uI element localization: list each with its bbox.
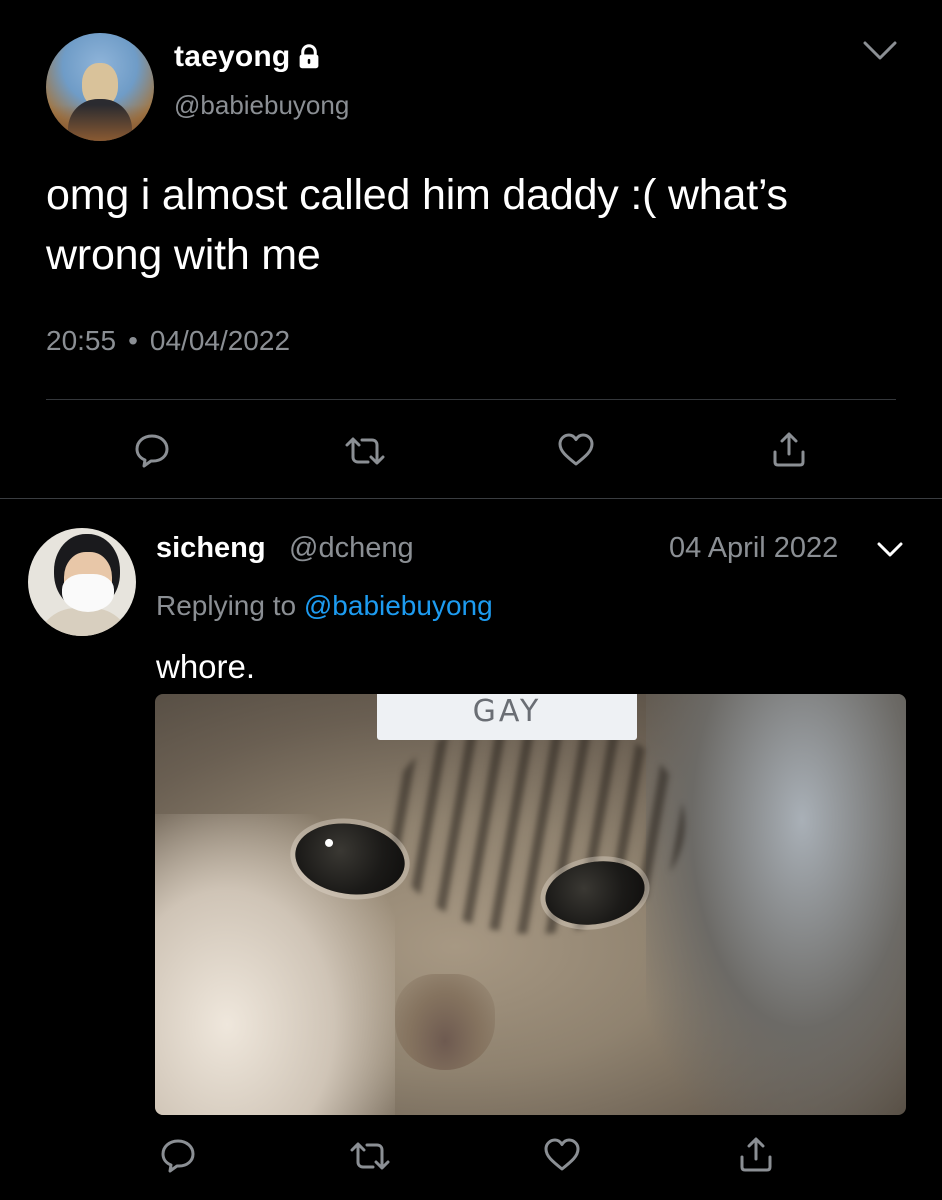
tweet-text: omg i almost called him daddy :( what’s … bbox=[46, 171, 788, 279]
like-icon[interactable] bbox=[556, 430, 596, 470]
cat-nose bbox=[395, 974, 495, 1070]
replying-prefix: Replying to bbox=[156, 590, 297, 621]
author-display-name[interactable]: taeyong bbox=[174, 40, 290, 74]
chevron-down-icon[interactable] bbox=[876, 540, 904, 560]
author-avatar[interactable] bbox=[46, 33, 154, 141]
share-icon[interactable] bbox=[769, 430, 809, 470]
reply-text: whore. bbox=[156, 648, 256, 685]
divider bbox=[46, 399, 896, 400]
tweet-timestamp[interactable]: 20:55 • 04/04/2022 bbox=[46, 325, 290, 357]
like-icon[interactable] bbox=[542, 1135, 582, 1175]
retweet-icon[interactable] bbox=[348, 1136, 392, 1176]
share-icon[interactable] bbox=[736, 1135, 776, 1175]
reply-author-handle[interactable]: @dcheng bbox=[289, 532, 414, 565]
reply-icon[interactable] bbox=[132, 430, 172, 470]
reply-author-avatar[interactable] bbox=[28, 528, 136, 636]
reply-date[interactable]: 04 April 2022 bbox=[669, 532, 838, 565]
reply-media-image[interactable]: GAY bbox=[155, 694, 906, 1115]
reply-icon[interactable] bbox=[158, 1135, 198, 1175]
replying-to: Replying to @babiebuyong bbox=[156, 590, 493, 622]
lock-icon bbox=[300, 44, 319, 69]
chevron-down-icon[interactable] bbox=[862, 38, 898, 64]
media-label-text: GAY bbox=[472, 694, 542, 729]
author-handle[interactable]: @babiebuyong bbox=[174, 90, 349, 121]
meta-separator: • bbox=[128, 325, 138, 356]
author-name-row[interactable]: taeyong bbox=[174, 40, 324, 74]
section-divider bbox=[0, 498, 942, 499]
tweet-time: 20:55 bbox=[46, 325, 117, 356]
replying-to-handle-link[interactable]: @babiebuyong bbox=[304, 590, 493, 621]
tweet-date: 04/04/2022 bbox=[149, 325, 291, 356]
retweet-icon[interactable] bbox=[343, 431, 387, 471]
reply-author-display-name[interactable]: sicheng bbox=[156, 532, 266, 565]
media-label-card: GAY bbox=[377, 694, 637, 740]
